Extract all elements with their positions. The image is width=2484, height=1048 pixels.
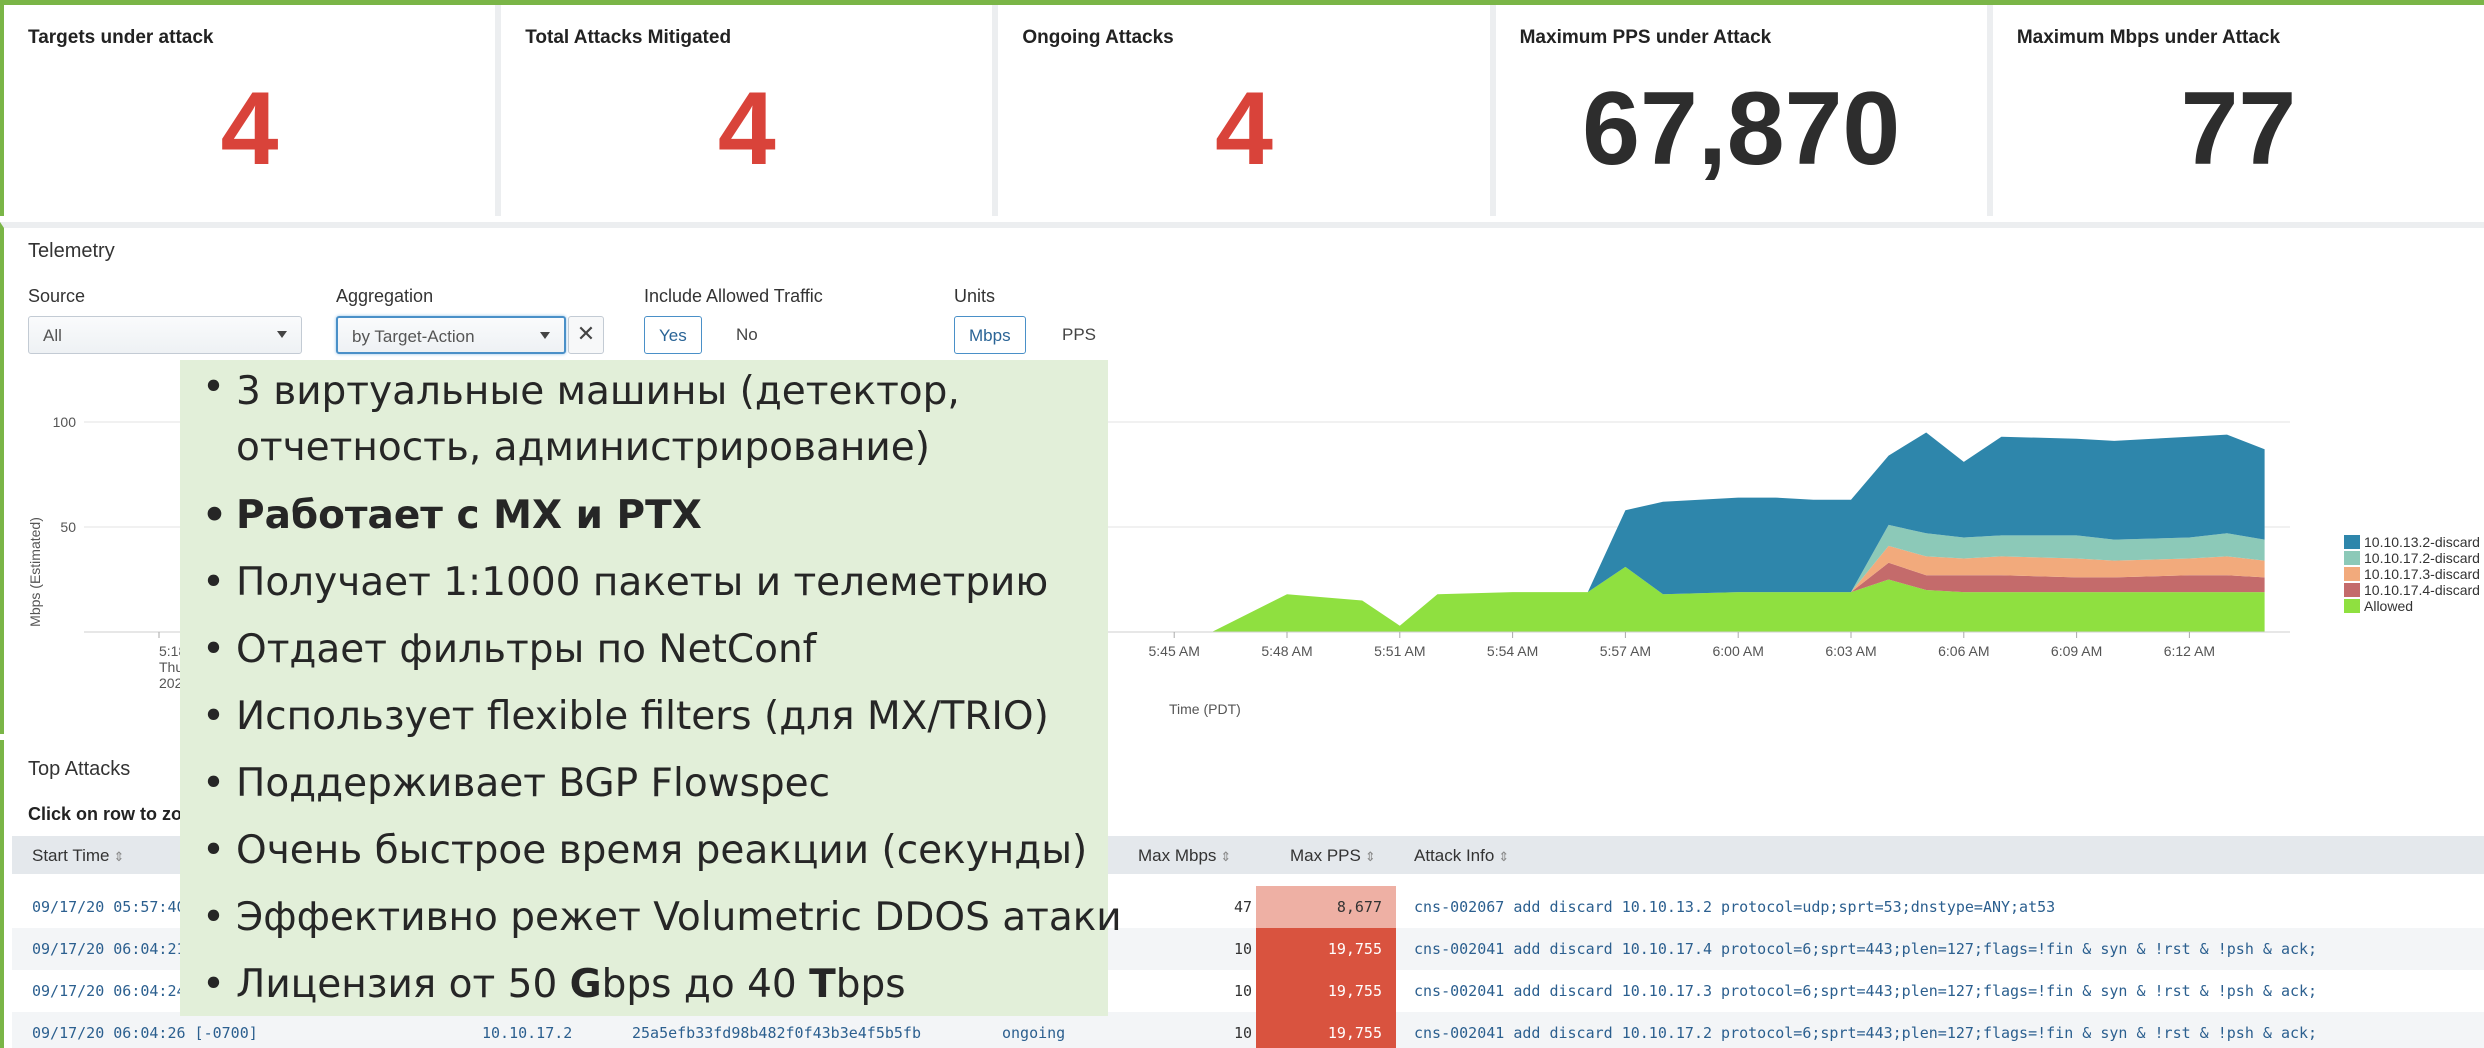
legend-swatch bbox=[2344, 599, 2360, 613]
kpi-maximum-mbps[interactable]: Maximum Mbps under Attack 77 bbox=[1992, 5, 2484, 216]
y-tick-label: 50 bbox=[60, 519, 76, 535]
feature-list-item: Получает 1:1000 пакеты и телеметрию bbox=[198, 549, 1108, 616]
feature-list-item: Работает с MX и PTX bbox=[198, 482, 1108, 549]
sort-icon: ⇕ bbox=[113, 849, 125, 864]
kpi-value: 67,870 bbox=[1582, 71, 1901, 187]
cell-hash: 25a5efb33fd98b482f0f43b3e4f5b5fb bbox=[632, 1024, 921, 1042]
feature-list-item: Очень быстрое время реакции (секунды) bbox=[198, 817, 1108, 884]
feature-text-part: Лицензия от 50 bbox=[236, 962, 570, 1007]
feature-list-item: Эффективно режет Volumetric DDOS атаки bbox=[198, 884, 1122, 951]
kpi-title: Targets under attack bbox=[28, 27, 214, 48]
kpi-maximum-pps[interactable]: Maximum PPS under Attack 67,870 bbox=[1495, 5, 1987, 216]
cell-status: ongoing bbox=[1002, 1024, 1066, 1042]
kpi-title: Total Attacks Mitigated bbox=[525, 27, 732, 48]
column-attack-info[interactable]: Attack Info ⇕ bbox=[1414, 846, 1509, 866]
x-tick-label: 6:03 AM bbox=[1825, 643, 1876, 659]
legend-swatch bbox=[2344, 583, 2360, 597]
legend-swatch bbox=[2344, 567, 2360, 581]
legend-swatch bbox=[2344, 551, 2360, 565]
kpi-value: 4 bbox=[717, 71, 776, 187]
x-tick-label: 6:06 AM bbox=[1938, 643, 1989, 659]
cell-max-mbps: 10 bbox=[1233, 1024, 1252, 1042]
legend-item[interactable]: Allowed bbox=[2344, 598, 2480, 614]
legend-item[interactable]: 10.10.17.3-discard bbox=[2344, 566, 2480, 582]
feature-list-item: Отдает фильтры по NetConf bbox=[198, 616, 1108, 683]
cell-max-mbps: 47 bbox=[1233, 898, 1252, 916]
kpi-value: 4 bbox=[220, 71, 279, 187]
column-start-time[interactable]: Start Time ⇕ bbox=[32, 846, 124, 866]
x-tick-label: 5:45 AM bbox=[1149, 643, 1200, 659]
top-attacks-title: Top Attacks bbox=[28, 758, 131, 780]
kpi-title: Maximum Mbps under Attack bbox=[2016, 27, 2281, 48]
cell-start-time: 09/17/20 06:04:21 [ bbox=[32, 940, 204, 958]
kpi-value: 77 bbox=[2180, 71, 2297, 187]
cell-max-mbps: 10 bbox=[1233, 982, 1252, 1000]
kpi-row: Targets under attack 4 Total Attacks Mit… bbox=[0, 0, 2484, 216]
sort-icon: ⇕ bbox=[1220, 849, 1232, 864]
feature-list-item: Поддерживает BGP Flowspec bbox=[198, 750, 1108, 817]
sort-icon: ⇕ bbox=[1498, 849, 1510, 864]
cell-start-time: 09/17/20 06:04:24 [ bbox=[32, 982, 204, 1000]
column-max-pps[interactable]: Max PPS ⇕ bbox=[1290, 846, 1376, 866]
feature-overlay: 3 виртуальные машины (детектор, отчетнос… bbox=[180, 360, 1122, 1018]
legend-label: 10.10.17.2-discard bbox=[2364, 550, 2480, 566]
chart-legend: 10.10.13.2-discard 10.10.17.2-discard 10.1… bbox=[2344, 534, 2480, 614]
cell-max-pps: 8,677 bbox=[1256, 886, 1396, 928]
sort-icon: ⇕ bbox=[1364, 849, 1376, 864]
kpi-value: 4 bbox=[1215, 71, 1273, 187]
legend-item[interactable]: 10.10.17.2-discard bbox=[2344, 550, 2480, 566]
kpi-total-attacks-mitigated[interactable]: Total Attacks Mitigated 4 bbox=[501, 5, 993, 216]
cell-start-time: 09/17/20 06:04:26 [-0700] bbox=[32, 1024, 258, 1042]
legend-label: 10.10.17.4-discard bbox=[2364, 582, 2480, 598]
cell-attack-info: cns-002041 add discard 10.10.17.2 protoc… bbox=[1414, 1024, 2318, 1042]
legend-item[interactable]: 10.10.17.4-discard bbox=[2344, 582, 2480, 598]
feature-list-item: Лицензия от 50 Gbps до 40 Tbps bbox=[198, 951, 1108, 1018]
x-tick-label: 5:48 AM bbox=[1261, 643, 1312, 659]
y-axis-label: Mbps (Estimated) bbox=[27, 517, 43, 627]
cell-attack-info: cns-002067 add discard 10.10.13.2 protoc… bbox=[1414, 898, 2056, 916]
top-attacks-hint: Click on row to zoo bbox=[28, 804, 193, 824]
legend-swatch bbox=[2344, 535, 2360, 549]
kpi-title: Ongoing Attacks bbox=[1022, 27, 1174, 48]
x-tick-label: 6:00 AM bbox=[1713, 643, 1764, 659]
legend-item[interactable]: 10.10.13.2-discard bbox=[2344, 534, 2480, 550]
y-tick-label: 100 bbox=[53, 414, 77, 430]
feature-list: 3 виртуальные машины (детектор, отчетнос… bbox=[180, 360, 1122, 1018]
legend-label: 10.10.13.2-discard bbox=[2364, 534, 2480, 550]
legend-label: 10.10.17.3-discard bbox=[2364, 566, 2480, 582]
kpi-targets-under-attack[interactable]: Targets under attack 4 bbox=[4, 5, 496, 216]
cell-max-pps: 19,755 bbox=[1256, 928, 1396, 970]
kpi-ongoing-attacks[interactable]: Ongoing Attacks 4 bbox=[998, 5, 1490, 216]
feature-text-part: bps до 40 bbox=[601, 962, 810, 1007]
x-tick-label: 5:54 AM bbox=[1487, 643, 1538, 659]
column-max-mbps[interactable]: Max Mbps ⇕ bbox=[1138, 846, 1231, 866]
x-axis-label: Time (PDT) bbox=[1169, 701, 1241, 717]
feature-list-item: 3 виртуальные машины (детектор, отчетнос… bbox=[198, 360, 1078, 482]
x-tick-label: 5:57 AM bbox=[1600, 643, 1651, 659]
x-tick-label: 6:09 AM bbox=[2051, 643, 2102, 659]
cell-attack-info: cns-002041 add discard 10.10.17.3 protoc… bbox=[1414, 982, 2318, 1000]
x-tick-label: 6:12 AM bbox=[2164, 643, 2215, 659]
kpi-title: Maximum PPS under Attack bbox=[1519, 27, 1772, 48]
cell-start-time: 09/17/20 05:57:40 [ bbox=[32, 898, 204, 916]
legend-label: Allowed bbox=[2364, 598, 2414, 614]
cell-max-pps: 19,755 bbox=[1256, 1012, 1396, 1048]
feature-text-part: bps bbox=[835, 962, 906, 1007]
x-tick-label: 5:51 AM bbox=[1374, 643, 1425, 659]
cell-target: 10.10.17.2 bbox=[482, 1024, 573, 1042]
cell-max-pps: 19,755 bbox=[1256, 970, 1396, 1012]
feature-text-part: T bbox=[809, 962, 836, 1007]
cell-attack-info: cns-002041 add discard 10.10.17.4 protoc… bbox=[1414, 940, 2318, 958]
feature-list-item: Использует flexible filters (для MX/TRIO… bbox=[198, 683, 1108, 750]
feature-text-part: G bbox=[569, 962, 602, 1007]
cell-max-mbps: 10 bbox=[1233, 940, 1252, 958]
